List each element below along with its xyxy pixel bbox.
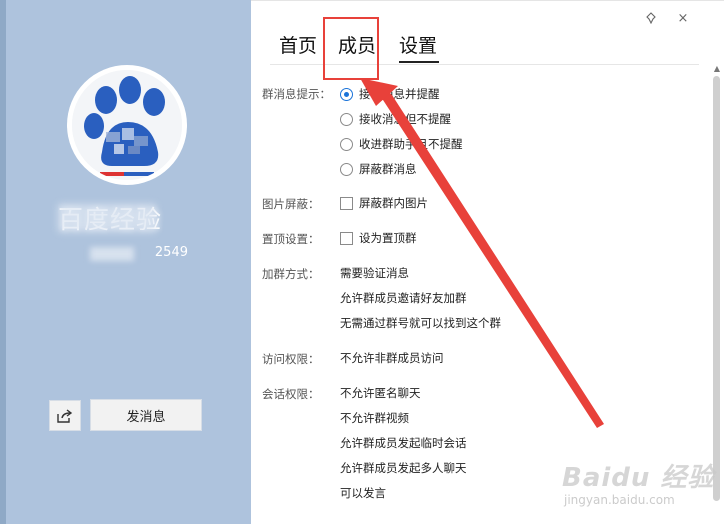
settings-panel: [251, 0, 724, 524]
option-assistant-no-notify[interactable]: 收进群助手且不提醒: [340, 136, 463, 152]
watermark-url: jingyan.baidu.com: [564, 493, 675, 507]
join-method-value: 允许群成员邀请好友加群: [340, 291, 467, 305]
radio-button[interactable]: [340, 112, 353, 126]
pin-setting-label: 置顶设置：: [262, 232, 320, 246]
chat-permission-value: 不允许群视频: [340, 411, 409, 425]
option-label: 屏蔽群内图片: [359, 196, 428, 210]
mosaic-blur: [90, 247, 134, 261]
checkbox[interactable]: [340, 196, 353, 210]
pin-group-option[interactable]: 设为置顶群: [340, 230, 417, 246]
radio-button[interactable]: [340, 137, 353, 151]
option-label: 接收消息但不提醒: [359, 112, 451, 126]
chat-permission-value: 允许群成员发起多人聊天: [340, 461, 467, 475]
tab-settings[interactable]: 设置: [399, 32, 443, 62]
scrollbar[interactable]: ▲: [712, 64, 722, 520]
paw-logo-icon: [72, 70, 182, 180]
join-method-value: 无需通过群号就可以找到这个群: [340, 316, 501, 330]
annotation-box: [323, 17, 379, 80]
option-label: 接收消息并提醒: [359, 87, 440, 101]
option-receive-and-notify[interactable]: 接收消息并提醒: [340, 86, 440, 102]
avatar[interactable]: [72, 70, 182, 180]
chat-permission-value: 不允许匿名聊天: [340, 386, 421, 400]
image-block-label: 图片屏蔽：: [262, 197, 320, 211]
chat-permission-label: 会话权限：: [262, 387, 320, 401]
option-label: 设为置顶群: [359, 231, 417, 245]
send-message-button[interactable]: 发消息: [90, 399, 202, 431]
option-block-messages[interactable]: 屏蔽群消息: [340, 161, 417, 177]
baidu-watermark: Baidu 经验 jingyan.baidu.com: [548, 455, 718, 515]
chat-permission-value: 可以发言: [340, 486, 386, 500]
scroll-thumb[interactable]: [713, 76, 720, 501]
active-tab-underline: [399, 61, 439, 63]
join-method-value: 需要验证消息: [340, 266, 409, 280]
group-message-label: 群消息提示：: [262, 87, 331, 101]
scroll-up-icon[interactable]: ▲: [712, 64, 722, 74]
pin-icon-glyph: [646, 12, 656, 24]
option-label: 收进群助手且不提醒: [359, 137, 463, 151]
mosaic-blur: [58, 204, 156, 232]
share-icon: [57, 408, 73, 423]
block-images-option[interactable]: 屏蔽群内图片: [340, 195, 428, 211]
access-value: 不允许非群成员访问: [340, 351, 444, 365]
radio-button[interactable]: [340, 162, 353, 176]
watermark-logo: Baidu 经验: [562, 463, 715, 493]
checkbox[interactable]: [340, 231, 353, 245]
window-border: [251, 0, 724, 1]
option-receive-no-notify[interactable]: 接收消息但不提醒: [340, 111, 451, 127]
access-label: 访问权限：: [262, 352, 320, 366]
panel-edge: [0, 0, 6, 524]
join-method-label: 加群方式：: [262, 267, 320, 281]
share-button[interactable]: [49, 400, 81, 431]
pin-icon[interactable]: [643, 10, 659, 26]
close-icon[interactable]: ×: [675, 10, 691, 26]
radio-button[interactable]: [340, 87, 353, 101]
chat-permission-value: 允许群成员发起临时会话: [340, 436, 467, 450]
option-label: 屏蔽群消息: [359, 162, 417, 176]
